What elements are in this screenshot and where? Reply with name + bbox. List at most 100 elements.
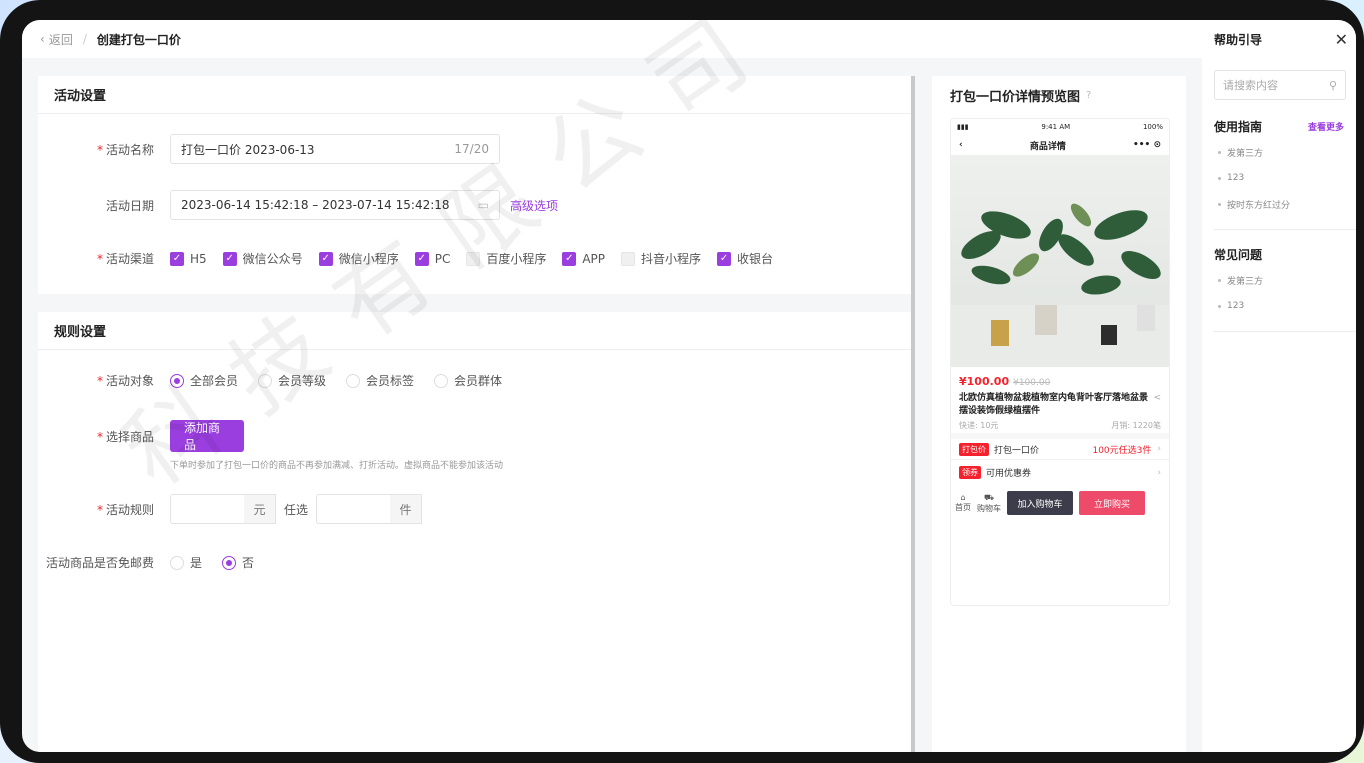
chevron-left-icon: ‹ bbox=[40, 32, 45, 46]
activity-date-row: 活动日期 2023-06-14 15:42:18 – 2023-07-14 15… bbox=[38, 190, 558, 220]
checkbox-icon: ✓ bbox=[222, 251, 237, 266]
bullet-icon bbox=[1218, 150, 1221, 154]
free-shipping-row: 活动商品是否免邮费 是否 bbox=[38, 554, 274, 571]
checkbox-icon bbox=[621, 251, 636, 266]
divider bbox=[1214, 229, 1356, 230]
view-more-link[interactable]: 查看更多 bbox=[1308, 120, 1344, 133]
radio-option[interactable]: 会员标签 bbox=[346, 372, 414, 389]
sale-price: ¥100.00 bbox=[959, 375, 1010, 388]
rule-settings-card: 规则设置 * 活动对象 全部会员 会员等级 会员标签 会员群体 * 选择商品 添加商品 下… bbox=[38, 312, 911, 752]
help-list-item[interactable]: 发第三方 bbox=[1202, 267, 1356, 293]
app-screen: ‹ 返回 / 创建打包一口价 活动设置 * 活动名称 打包一口价 2023-06-… bbox=[22, 20, 1356, 752]
faq-list: 发第三方 123 bbox=[1202, 267, 1356, 319]
back-button[interactable]: ‹ 返回 bbox=[40, 31, 73, 48]
activity-target-row: * 活动对象 全部会员 会员等级 会员标签 会员群体 bbox=[38, 372, 522, 389]
help-circle-icon[interactable]: ? bbox=[1086, 90, 1091, 101]
activity-name-row: * 活动名称 打包一口价 2023-06-13 17/20 bbox=[38, 134, 500, 164]
activity-channel-row: * 活动渠道 ✓ H5 ✓ 微信公众号 ✓ 微信小程序 ✓ PC 百度小程序 ✓ APP 抖音小程序 ✓ 收… bbox=[38, 250, 789, 267]
cart-tab[interactable]: ⛟ 购物车 bbox=[977, 493, 1001, 514]
radio-option[interactable]: 会员等级 bbox=[258, 372, 326, 389]
product-title: 北欧仿真植物盆栽植物室内龟背叶客厅落地盆景摆设装饰假绿植摆件 bbox=[959, 393, 1149, 416]
add-to-cart-button[interactable]: 加入购物车 bbox=[1007, 491, 1073, 515]
guide-title: 使用指南 bbox=[1214, 120, 1263, 134]
activity-date-input[interactable]: 2023-06-14 15:42:18 – 2023-07-14 15:42:1… bbox=[170, 190, 500, 220]
help-list-item[interactable]: 按时东方红过分 bbox=[1202, 191, 1356, 217]
unit-jian: 件 bbox=[390, 494, 423, 524]
channel-checkbox[interactable]: ✓ 收银台 bbox=[717, 250, 773, 267]
coupon-row[interactable]: 领券 可用优惠券 › bbox=[951, 459, 1169, 485]
channel-checkbox[interactable]: ✓ APP bbox=[562, 250, 605, 267]
bundle-price-row[interactable]: 打包价 打包一口价 100元任选3件 › bbox=[951, 433, 1169, 459]
goods-hint: 下单时参加了打包一口价的商品不再参加满减、打折活动。虚拟商品不能参加该活动 bbox=[170, 461, 504, 471]
share-icon[interactable]: < bbox=[1153, 392, 1161, 418]
activity-settings-title: 活动设置 bbox=[38, 76, 911, 114]
channel-checkbox[interactable]: ✓ 微信小程序 bbox=[318, 250, 399, 267]
close-icon[interactable]: ✕ bbox=[1335, 30, 1348, 49]
channel-checkbox-group: ✓ H5 ✓ 微信公众号 ✓ 微信小程序 ✓ PC 百度小程序 ✓ APP 抖音小程序 ✓ 收银台 bbox=[170, 250, 789, 267]
phone-preview: ▮▮▮ 9:41 AM 100% ‹ 商品详情 ••• ⊙ ¥100.00 ¥1… bbox=[950, 118, 1170, 606]
chevron-right-icon: › bbox=[1157, 467, 1161, 478]
home-tab[interactable]: ⌂ 首页 bbox=[955, 493, 971, 513]
chevron-right-icon: › bbox=[1157, 444, 1161, 454]
radio-icon bbox=[258, 373, 273, 388]
checkbox-icon: ✓ bbox=[414, 251, 429, 266]
status-bar: ▮▮▮ 9:41 AM 100% bbox=[957, 123, 1163, 131]
radio-icon bbox=[170, 555, 184, 570]
channel-checkbox[interactable]: 百度小程序 bbox=[466, 250, 546, 267]
phone-navbar: ‹ 商品详情 ••• ⊙ bbox=[959, 140, 1161, 152]
price-input[interactable] bbox=[170, 494, 244, 524]
radio-icon bbox=[434, 373, 449, 388]
radio-option[interactable]: 否 bbox=[222, 554, 254, 571]
bullet-icon bbox=[1218, 202, 1221, 206]
rule-settings-title: 规则设置 bbox=[38, 312, 911, 350]
help-title: 帮助引导 bbox=[1214, 32, 1263, 47]
coupon-tag: 领券 bbox=[959, 466, 981, 479]
device-frame: ‹ 返回 / 创建打包一口价 活动设置 * 活动名称 打包一口价 2023-06-… bbox=[0, 0, 1364, 763]
signal-icon: ▮▮▮ bbox=[957, 123, 969, 131]
preview-title: 打包一口价详情预览图 bbox=[950, 89, 1081, 105]
panel-divider[interactable] bbox=[911, 76, 915, 752]
radio-option[interactable]: 是 bbox=[170, 554, 202, 571]
checkbox-icon: ✓ bbox=[318, 251, 333, 266]
preview-card: 打包一口价详情预览图 ? ▮▮▮ 9:41 AM 100% ‹ 商品详情 •••… bbox=[932, 76, 1186, 752]
quantity-input[interactable] bbox=[316, 494, 391, 524]
channel-checkbox[interactable]: ✓ PC bbox=[414, 250, 450, 267]
char-count: 17/20 bbox=[454, 142, 489, 156]
checkbox-icon: ✓ bbox=[170, 251, 184, 266]
cart-icon: ⛟ bbox=[983, 492, 995, 502]
channel-checkbox[interactable]: ✓ H5 bbox=[170, 250, 207, 267]
radio-icon bbox=[170, 373, 184, 388]
bullet-icon bbox=[1218, 278, 1221, 282]
phone-bottom-bar: ⌂ 首页 ⛟ 购物车 加入购物车 立即购买 bbox=[951, 485, 1169, 521]
add-goods-button[interactable]: 添加商品 bbox=[170, 420, 244, 452]
divider bbox=[1214, 331, 1356, 332]
page-title: 创建打包一口价 bbox=[96, 32, 181, 47]
help-list-item[interactable]: 123 bbox=[1202, 165, 1356, 191]
free-shipping-radio-group: 是否 bbox=[170, 554, 274, 571]
pick-text: 任选 bbox=[284, 502, 309, 517]
target-radio-group: 全部会员 会员等级 会员标签 会员群体 bbox=[170, 372, 522, 389]
help-list-item[interactable]: 发第三方 bbox=[1202, 139, 1356, 165]
radio-option[interactable]: 全部会员 bbox=[170, 372, 238, 389]
help-list-item[interactable]: 123 bbox=[1202, 293, 1356, 319]
bullet-icon bbox=[1218, 176, 1221, 180]
channel-checkbox[interactable]: ✓ 微信公众号 bbox=[222, 250, 303, 267]
activity-rule-row: * 活动规则 元 任选 件 bbox=[38, 494, 423, 524]
radio-option[interactable]: 会员群体 bbox=[434, 372, 502, 389]
unit-yuan: 元 bbox=[244, 494, 276, 524]
radio-icon bbox=[346, 373, 361, 388]
more-icon: ••• ⊙ bbox=[1133, 140, 1161, 150]
select-goods-row: * 选择商品 添加商品 下单时参加了打包一口价的商品不再参加满减、打折活动。虚拟商… bbox=[96, 420, 504, 471]
search-icon: ⚲ bbox=[1328, 78, 1337, 92]
buy-now-button[interactable]: 立即购买 bbox=[1079, 491, 1145, 515]
store-icon: ⌂ bbox=[960, 493, 966, 502]
checkbox-icon: ✓ bbox=[562, 251, 577, 266]
checkbox-icon bbox=[466, 251, 481, 266]
plant-illustration bbox=[951, 203, 1169, 367]
help-search-input[interactable]: 请搜索内容 ⚲ bbox=[1214, 70, 1346, 100]
activity-name-input[interactable]: 打包一口价 2023-06-13 17/20 bbox=[170, 134, 500, 164]
faq-title: 常见问题 bbox=[1214, 248, 1263, 262]
shipping-fee: 快递: 10元 bbox=[959, 421, 999, 430]
channel-checkbox[interactable]: 抖音小程序 bbox=[621, 250, 701, 267]
advanced-options-link[interactable]: 高级选项 bbox=[510, 197, 558, 214]
